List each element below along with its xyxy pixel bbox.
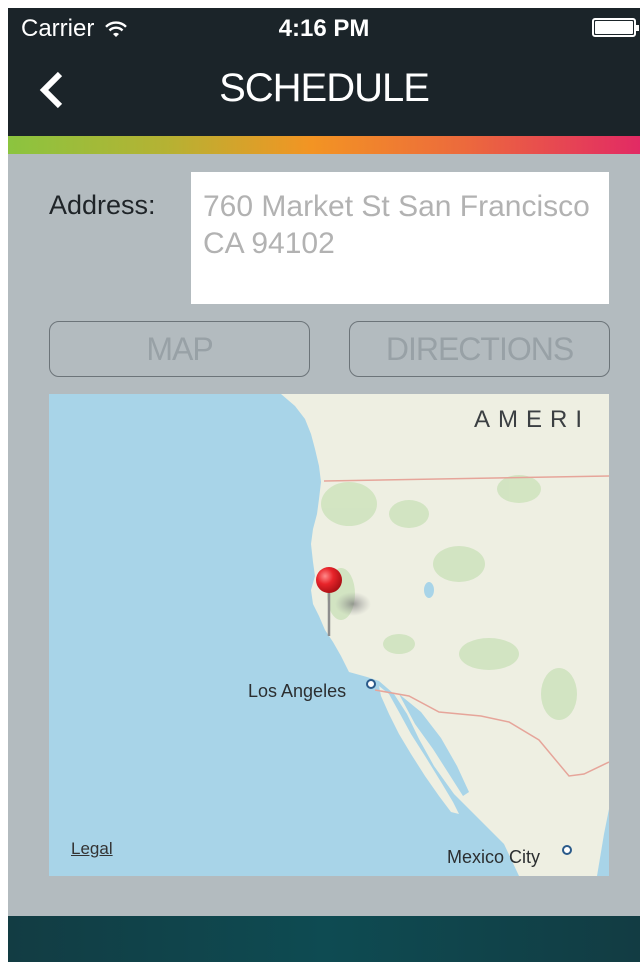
- mexico-city-marker: [562, 845, 572, 855]
- map-city-label: Los Angeles: [248, 681, 347, 701]
- phone-screen: Carrier 4:16 PM SCHEDULE Address: 760 Ma…: [8, 8, 640, 962]
- map-view[interactable]: AMERI Los Angeles Mexico City Legal: [49, 394, 609, 876]
- accent-gradient-strip: [8, 136, 640, 154]
- status-time: 4:16 PM: [278, 15, 370, 42]
- legal-link[interactable]: Legal: [71, 839, 113, 859]
- map-button[interactable]: MAP: [49, 321, 310, 377]
- map-pin-head: [316, 567, 342, 593]
- map-canvas: [281, 394, 609, 876]
- address-label: Address:: [49, 190, 156, 220]
- bottom-bar: [8, 916, 640, 962]
- los-angeles-marker: [366, 679, 376, 689]
- address-input[interactable]: 760 Market St San Francisco CA 94102: [191, 172, 609, 304]
- directions-button[interactable]: DIRECTIONS: [349, 321, 610, 377]
- map-region-label: AMERI: [474, 406, 591, 433]
- page-title: SCHEDULE: [219, 66, 430, 110]
- battery-icon: [592, 18, 639, 37]
- navigation-bar: Carrier 4:16 PM SCHEDULE: [8, 8, 640, 136]
- map-city-label: Mexico City: [447, 847, 541, 867]
